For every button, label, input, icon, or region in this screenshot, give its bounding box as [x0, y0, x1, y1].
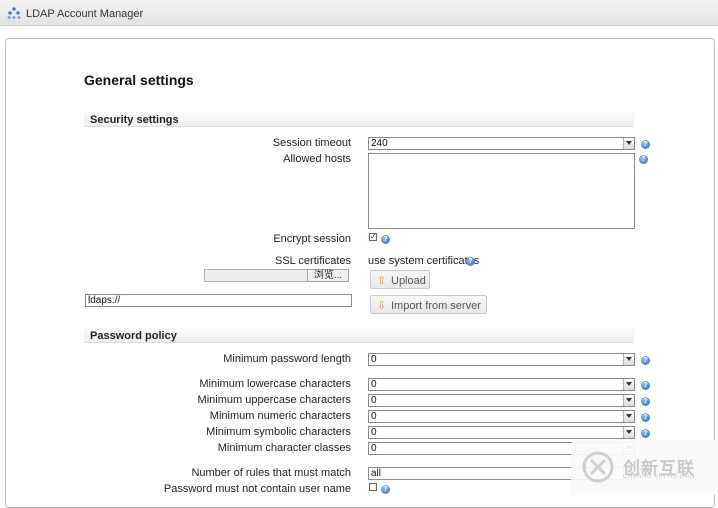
- min-length-label: Minimum password length: [223, 353, 351, 365]
- help-icon[interactable]: ?: [381, 485, 390, 494]
- chevron-down-icon: [623, 395, 634, 406]
- rules-match-label: Number of rules that must match: [191, 467, 351, 479]
- min-classes-value: 0: [371, 443, 377, 454]
- password-policy-section-title: Password policy: [90, 330, 177, 342]
- encrypt-session-label: Encrypt session: [273, 233, 351, 245]
- chevron-down-icon: [623, 427, 634, 438]
- help-icon[interactable]: ?: [641, 413, 650, 422]
- title-bar: LDAP Account Manager: [0, 0, 718, 26]
- help-icon[interactable]: ?: [381, 235, 390, 244]
- min-numeric-label: Minimum numeric characters: [209, 410, 351, 422]
- chevron-down-icon: [623, 138, 634, 149]
- watermark: 创新互联 CHUANG XIN HU LIAN: [571, 440, 718, 495]
- browse-button[interactable]: 浏览...: [307, 269, 349, 282]
- page-title: General settings: [84, 72, 194, 88]
- certificate-file-input[interactable]: [204, 269, 308, 282]
- watermark-logo-icon: [582, 451, 614, 483]
- watermark-text-en: CHUANG XIN HU LIAN: [623, 474, 696, 480]
- chevron-down-icon: [623, 354, 634, 365]
- import-button-label: Import from server: [391, 300, 481, 312]
- min-uppercase-label: Minimum uppercase characters: [197, 394, 351, 406]
- help-icon[interactable]: ?: [639, 155, 648, 164]
- no-username-checkbox[interactable]: [369, 483, 377, 491]
- min-numeric-value: 0: [371, 411, 377, 422]
- help-icon[interactable]: ?: [641, 356, 650, 365]
- min-uppercase-value: 0: [371, 395, 377, 406]
- session-timeout-select[interactable]: 240: [368, 137, 635, 150]
- allowed-hosts-label: Allowed hosts: [283, 153, 351, 165]
- help-icon[interactable]: ?: [641, 381, 650, 390]
- min-length-value: 0: [371, 354, 377, 365]
- help-icon[interactable]: ?: [466, 257, 475, 266]
- no-username-label: Password must not contain user name: [163, 483, 351, 495]
- min-lowercase-select[interactable]: 0: [368, 378, 635, 391]
- allowed-hosts-textarea[interactable]: [368, 153, 635, 229]
- encrypt-session-checkbox[interactable]: ✓: [369, 233, 377, 241]
- upload-arrow-icon: ⇧: [377, 275, 387, 287]
- help-icon[interactable]: ?: [641, 140, 650, 149]
- min-symbolic-value: 0: [371, 427, 377, 438]
- upload-button[interactable]: ⇧ Upload: [370, 270, 430, 289]
- ssl-certificates-value: use system certificates: [368, 255, 480, 267]
- upload-button-label: Upload: [391, 275, 426, 287]
- rules-match-value: all: [371, 468, 382, 479]
- help-icon[interactable]: ?: [641, 397, 650, 406]
- min-symbolic-select[interactable]: 0: [368, 426, 635, 439]
- help-icon[interactable]: ?: [641, 429, 650, 438]
- download-arrow-icon: ⇩: [377, 300, 387, 312]
- min-lowercase-label: Minimum lowercase characters: [199, 378, 351, 390]
- chevron-down-icon: [623, 411, 634, 422]
- session-timeout-value: 240: [371, 138, 388, 149]
- ssl-certificates-label: SSL certificates: [274, 255, 351, 267]
- security-section-title: Security settings: [90, 114, 179, 126]
- min-length-select[interactable]: 0: [368, 353, 635, 366]
- app-logo-icon: [7, 7, 21, 19]
- min-classes-label: Minimum character classes: [217, 442, 351, 454]
- app-title: LDAP Account Manager: [26, 8, 144, 20]
- min-uppercase-select[interactable]: 0: [368, 394, 635, 407]
- import-from-server-button[interactable]: ⇩ Import from server: [370, 295, 487, 314]
- min-numeric-select[interactable]: 0: [368, 410, 635, 423]
- chevron-down-icon: [623, 379, 634, 390]
- ldap-url-input[interactable]: ldaps://: [85, 294, 352, 307]
- min-lowercase-value: 0: [371, 379, 377, 390]
- session-timeout-label: Session timeout: [272, 137, 351, 149]
- min-symbolic-label: Minimum symbolic characters: [206, 426, 351, 438]
